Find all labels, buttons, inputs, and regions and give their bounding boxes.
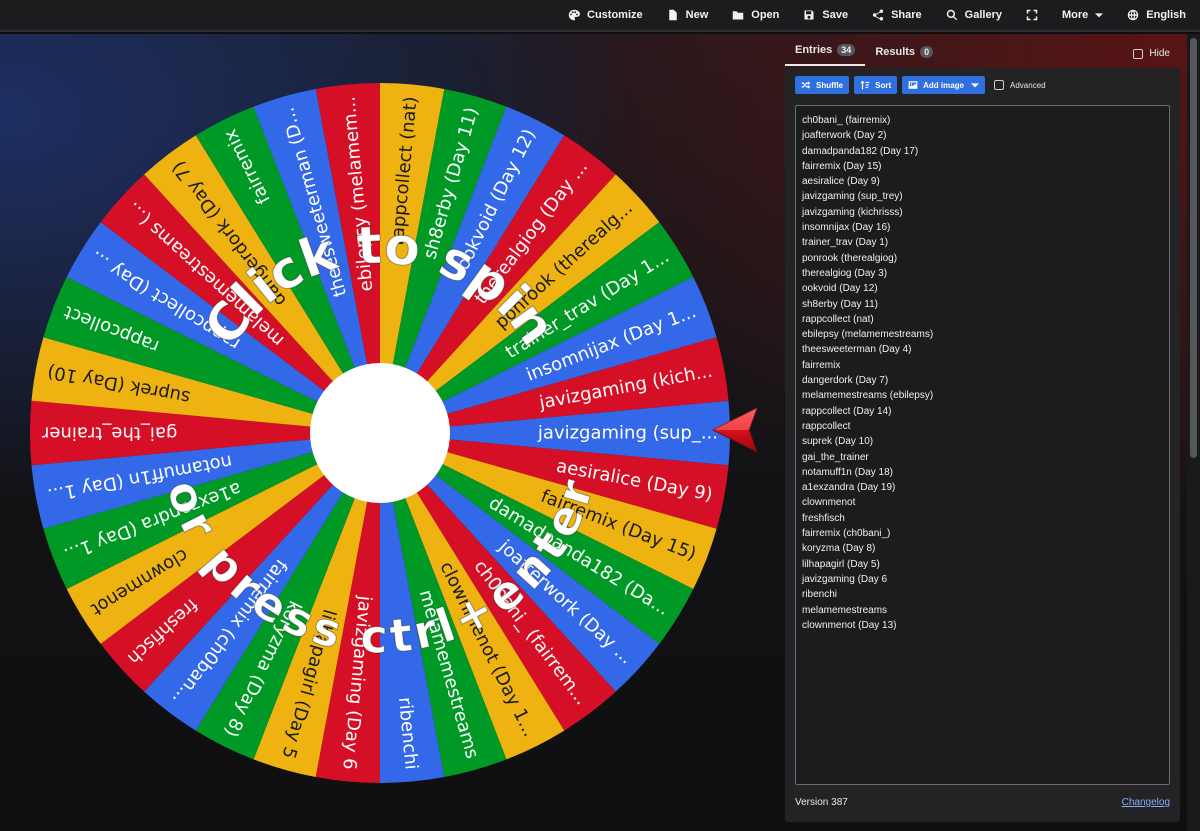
entry-line: melamemestreams	[802, 604, 888, 616]
image-icon	[908, 81, 918, 89]
entry-line: theesweeterman (Day 4)	[802, 344, 912, 356]
entry-line: freshfisch	[802, 512, 845, 524]
gallery-label: Gallery	[964, 9, 1002, 21]
open-label: Open	[751, 9, 780, 21]
entry-line: rappcollect (Day 14)	[802, 405, 892, 417]
top-toolbar: Customize New Open Save Share Gallery Mo…	[0, 0, 1200, 32]
more-label: More	[1061, 9, 1089, 21]
entry-line: javizgaming (sup_trey)	[802, 191, 903, 203]
chevron-down-icon	[971, 83, 980, 88]
entry-line: notamuff1n (Day 18)	[802, 466, 893, 478]
entry-line: fairremix	[802, 359, 841, 371]
entry-line: rappcollect	[802, 420, 851, 432]
share-button[interactable]: Share	[872, 9, 922, 21]
entry-line: suprek (Day 10)	[802, 436, 874, 448]
entry-line: clownmenot (Day 13)	[802, 619, 897, 631]
entry-line: koryzma (Day 8)	[802, 543, 876, 555]
entries-card: Shuffle Sort Add image Advanced ch0bani_…	[785, 68, 1180, 822]
changelog-link[interactable]: Changelog	[1122, 797, 1170, 808]
share-icon	[872, 9, 884, 21]
results-count-badge: 0	[920, 46, 934, 58]
hide-checkbox[interactable]	[1133, 48, 1144, 59]
entry-line: a1exzandra (Day 19)	[802, 482, 896, 494]
spin-wheel[interactable]: javizgaming (sup_... aesiralice (Day 9) fa…	[25, 78, 735, 788]
wheel-segment-label: gai_the_trainer	[41, 423, 177, 444]
sort-icon	[860, 80, 870, 90]
fullscreen-icon	[1026, 9, 1038, 21]
language-label: English	[1146, 9, 1186, 21]
entry-line: trainer_trav (Day 1)	[802, 237, 889, 249]
scrollbar-thumb[interactable]	[1190, 38, 1197, 458]
entry-line: ribenchi	[802, 589, 838, 601]
wheel-graphic[interactable]: javizgaming (sup_...aesiralice (Day 9)fa…	[25, 78, 735, 788]
globe-icon	[1128, 9, 1139, 21]
entry-line: aesiralice (Day 9)	[802, 176, 880, 188]
tab-entries[interactable]: Entries 34	[785, 44, 866, 66]
panel-tabs: Entries 34 Results 0	[785, 40, 1180, 66]
language-button[interactable]: English	[1127, 9, 1186, 21]
save-button[interactable]: Save	[803, 9, 848, 21]
wheel-pointer-icon	[711, 406, 758, 454]
share-label: Share	[891, 9, 922, 21]
entry-line: ponrook (therealgiog)	[802, 252, 898, 264]
entry-line: ch0bani_ (fairremix)	[802, 115, 891, 126]
entry-line: javizgaming (Day 6	[802, 573, 888, 585]
folder-icon	[733, 11, 744, 20]
entry-line: ookvoid (Day 12)	[802, 283, 878, 295]
entry-line: ebilepsy (melamemestreams)	[802, 329, 934, 341]
chevron-down-icon	[1095, 13, 1104, 18]
entry-line: insomnijax (Day 16)	[802, 222, 891, 234]
add-image-button[interactable]: Add image	[902, 76, 986, 94]
entries-count-badge: 34	[837, 44, 856, 56]
tab-entries-label: Entries	[795, 44, 833, 56]
wheel-center[interactable]	[310, 363, 450, 503]
page-scrollbar[interactable]	[1187, 34, 1200, 831]
entry-line: therealgiog (Day 3)	[802, 267, 888, 279]
advanced-checkbox[interactable]	[994, 80, 1005, 90]
sort-button[interactable]: Sort	[854, 76, 898, 94]
entry-line: gai_the_trainer	[802, 451, 869, 463]
entries-panel: Entries 34 Results 0 Hide Shuffle Sort A…	[785, 40, 1180, 822]
sort-label: Sort	[875, 80, 892, 90]
gallery-button[interactable]: Gallery	[946, 9, 1002, 21]
entry-line: joafterwork (Day 2)	[802, 130, 887, 142]
customize-label: Customize	[587, 9, 643, 21]
shuffle-button[interactable]: Shuffle	[795, 76, 850, 94]
new-button[interactable]: New	[667, 9, 709, 21]
save-label: Save	[822, 9, 849, 21]
entry-line: sh8erby (Day 11)	[802, 298, 878, 310]
new-label: New	[685, 9, 709, 21]
add-image-label: Add image	[923, 80, 965, 90]
save-icon	[804, 10, 814, 20]
tab-results-label: Results	[875, 46, 916, 58]
entry-line: rappcollect (nat)	[802, 313, 874, 325]
entries-textarea[interactable]: ch0bani_ (fairremix) joafterwork (Day 2) d…	[795, 105, 1170, 785]
fullscreen-button[interactable]	[1026, 9, 1038, 21]
wheel-segment-label: javizgaming (sup_...	[537, 423, 718, 444]
hide-toggle[interactable]: Hide	[1133, 48, 1170, 59]
open-button[interactable]: Open	[732, 9, 779, 21]
entry-line: dangerdork (Day 7)	[802, 375, 889, 387]
shuffle-label: Shuffle	[816, 80, 844, 90]
entry-line: fairremix (Day 15)	[802, 160, 882, 172]
search-icon	[946, 9, 957, 21]
palette-icon	[568, 9, 581, 21]
entry-line: lilhapagirl (Day 5)	[802, 558, 880, 570]
entry-line: melamemestreams (ebilepsy)	[802, 390, 934, 402]
advanced-label: Advanced	[1010, 80, 1046, 90]
entry-line: javizgaming (kichrisss)	[802, 206, 903, 218]
version-text: Version 387	[795, 797, 848, 808]
shuffle-icon	[801, 81, 811, 89]
entry-line: fairremix (ch0bani_)	[802, 528, 891, 540]
customize-button[interactable]: Customize	[568, 9, 643, 21]
entries-toolbar: Shuffle Sort Add image Advanced	[795, 76, 1046, 94]
entry-line: clownmenot	[802, 497, 856, 509]
entry-line: damadpanda182 (Day 17)	[802, 145, 919, 157]
tab-results[interactable]: Results 0	[865, 46, 943, 66]
more-button[interactable]: More	[1061, 9, 1104, 21]
file-icon	[668, 9, 677, 21]
advanced-toggle[interactable]: Advanced	[994, 80, 1046, 90]
hide-label: Hide	[1149, 48, 1170, 59]
